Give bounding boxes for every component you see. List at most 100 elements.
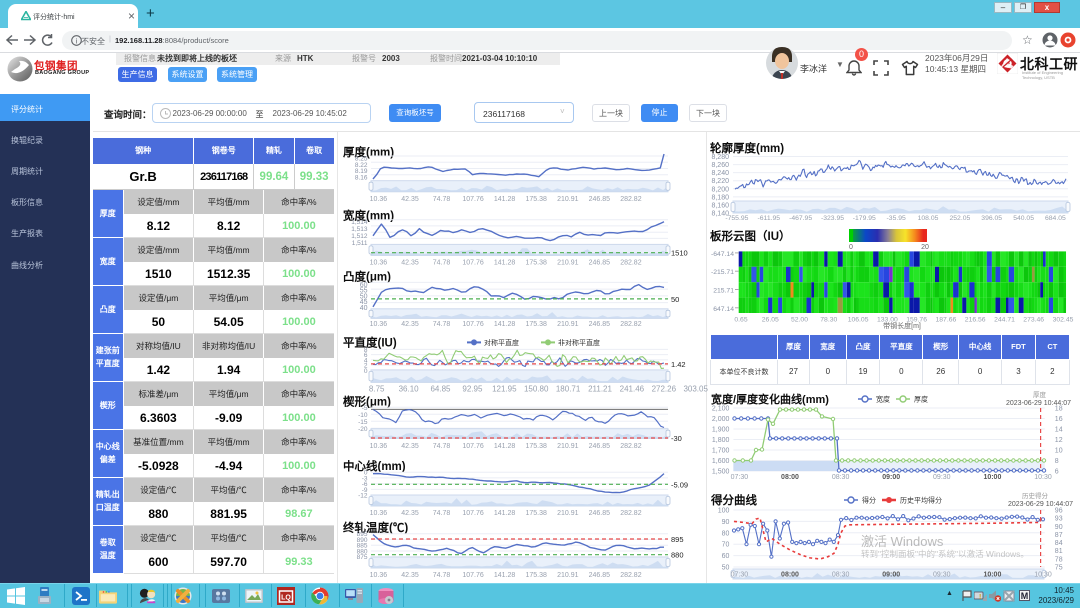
svg-text:1,514: 1,514: [351, 219, 368, 226]
svg-text:282.82: 282.82: [620, 510, 642, 517]
svg-text:42.35: 42.35: [401, 510, 419, 517]
svg-text:1,512: 1,512: [351, 233, 368, 240]
svg-text:-30: -30: [671, 434, 682, 443]
svg-text:246.85: 246.85: [589, 196, 611, 203]
svg-text:0: 0: [364, 368, 368, 375]
svg-text:8,200: 8,200: [711, 186, 729, 193]
svg-text:42.35: 42.35: [401, 196, 419, 203]
svg-text:50: 50: [722, 565, 730, 572]
svg-text:07:30: 07:30: [731, 474, 749, 481]
svg-text:宽度/厚度变化曲线(mm): 宽度/厚度变化曲线(mm): [710, 392, 829, 406]
svg-text:-755.95: -755.95: [725, 215, 748, 222]
svg-text:210.91: 210.91: [557, 443, 579, 450]
svg-text:244.71: 244.71: [994, 317, 1015, 324]
svg-text:10:30: 10:30: [1034, 572, 1052, 579]
svg-text:175.38: 175.38: [525, 510, 547, 517]
svg-text:1.42: 1.42: [671, 360, 686, 369]
svg-text:272.26: 272.26: [652, 384, 677, 393]
svg-text:246.85: 246.85: [589, 510, 611, 517]
svg-text:302.45: 302.45: [1053, 317, 1074, 324]
svg-text:10.36: 10.36: [370, 572, 388, 579]
svg-text:60: 60: [722, 553, 730, 560]
svg-text:107.76: 107.76: [462, 196, 484, 203]
svg-text:平直度(IU): 平直度(IU): [343, 335, 397, 349]
svg-text:64.85: 64.85: [430, 384, 451, 393]
svg-text:1,800: 1,800: [712, 437, 730, 444]
svg-text:-323.95: -323.95: [821, 215, 844, 222]
svg-text:282.82: 282.82: [620, 443, 642, 450]
svg-text:-20: -20: [358, 426, 368, 433]
svg-text:303.05: 303.05: [683, 384, 708, 393]
svg-text:1,511: 1,511: [352, 240, 368, 247]
svg-text:厚度(mm): 厚度(mm): [343, 145, 394, 159]
svg-text:121.95: 121.95: [492, 384, 517, 393]
svg-text:10.36: 10.36: [370, 321, 388, 328]
svg-text:07:30: 07:30: [731, 572, 749, 579]
svg-text:10: 10: [1055, 448, 1063, 455]
svg-text:8,280: 8,280: [711, 154, 729, 161]
svg-text:6: 6: [1055, 469, 1059, 476]
svg-text:647.14: 647.14: [713, 306, 734, 313]
svg-text:74.78: 74.78: [433, 260, 451, 267]
svg-text:80: 80: [722, 530, 730, 537]
svg-text:1,900: 1,900: [712, 427, 730, 434]
svg-text:210.91: 210.91: [557, 260, 579, 267]
svg-text:90: 90: [722, 519, 730, 526]
svg-text:150.80: 150.80: [524, 384, 549, 393]
svg-text:40: 40: [360, 305, 368, 312]
svg-text:8,160: 8,160: [711, 202, 729, 209]
svg-text:转到"控制面板"中的"系统"以激活 Windows。: 转到"控制面板"中的"系统"以激活 Windows。: [861, 549, 1029, 559]
svg-text:74.78: 74.78: [433, 572, 451, 579]
svg-text:10.36: 10.36: [370, 196, 388, 203]
svg-text:-215.71: -215.71: [711, 269, 734, 276]
svg-text:70: 70: [722, 542, 730, 549]
svg-text:10.36: 10.36: [370, 260, 388, 267]
svg-text:282.82: 282.82: [620, 572, 642, 579]
svg-text:得分: 得分: [862, 496, 876, 505]
svg-text:-467.95: -467.95: [789, 215, 812, 222]
svg-text:282.82: 282.82: [620, 321, 642, 328]
svg-text:-611.95: -611.95: [758, 215, 781, 222]
svg-text:90: 90: [1055, 524, 1063, 531]
svg-text:895: 895: [671, 535, 684, 544]
svg-text:210.91: 210.91: [557, 196, 579, 203]
svg-text:175.38: 175.38: [525, 196, 547, 203]
svg-text:215.71: 215.71: [713, 288, 734, 295]
svg-text:52.00: 52.00: [791, 317, 808, 324]
svg-text:210.91: 210.91: [557, 572, 579, 579]
svg-text:14: 14: [1055, 427, 1063, 434]
svg-text:08:30: 08:30: [832, 572, 850, 579]
svg-text:16: 16: [1055, 416, 1063, 423]
svg-text:241.46: 241.46: [620, 384, 645, 393]
svg-text:2,000: 2,000: [712, 416, 730, 423]
svg-text:09:00: 09:00: [882, 572, 900, 579]
svg-text:75: 75: [1055, 565, 1063, 572]
svg-text:684.05: 684.05: [1045, 215, 1066, 222]
svg-text:252.05: 252.05: [950, 215, 971, 222]
svg-text:8,220: 8,220: [711, 178, 729, 185]
svg-text:0.65: 0.65: [734, 317, 747, 324]
svg-text:宽度(mm): 宽度(mm): [342, 209, 394, 223]
svg-text:141.28: 141.28: [494, 572, 516, 579]
svg-text:175.38: 175.38: [525, 260, 547, 267]
svg-text:09:30: 09:30: [933, 474, 951, 481]
svg-text:875: 875: [357, 554, 368, 561]
svg-text:50: 50: [671, 295, 679, 304]
svg-text:非对称平直度: 非对称平直度: [558, 338, 600, 347]
svg-text:18: 18: [1055, 406, 1063, 413]
svg-text:141.28: 141.28: [494, 321, 516, 328]
svg-text:540.05: 540.05: [1013, 215, 1034, 222]
svg-text:210.91: 210.91: [557, 510, 579, 517]
svg-text:8.75: 8.75: [369, 384, 385, 393]
svg-text:厚度: 厚度: [914, 395, 928, 404]
svg-text:10:30: 10:30: [1034, 474, 1052, 481]
svg-text:141.28: 141.28: [494, 196, 516, 203]
svg-text:宽度: 宽度: [876, 395, 890, 404]
svg-text:12: 12: [1055, 437, 1063, 444]
svg-text:74.78: 74.78: [433, 510, 451, 517]
svg-text:10:00: 10:00: [983, 572, 1001, 579]
svg-text:107.76: 107.76: [462, 260, 484, 267]
svg-text:0: 0: [849, 244, 853, 251]
svg-text:1,500: 1,500: [712, 469, 730, 476]
svg-text:10.36: 10.36: [370, 443, 388, 450]
